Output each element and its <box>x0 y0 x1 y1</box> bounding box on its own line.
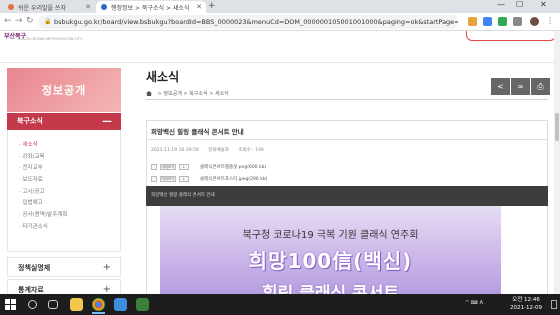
page-scrollbar[interactable] <box>554 31 560 294</box>
preview-button[interactable]: 미리보기 <box>160 163 176 170</box>
attachment-row: 미리보기 ↓ 클래식콘서트포스터.jpeg(296 kb) <box>151 174 267 183</box>
browser-menu-icon[interactable]: ⋮ <box>546 16 554 25</box>
taskbar-clock[interactable]: 오전 12:46 2021-12-09 <box>504 296 548 312</box>
poster-headline: 희망100信(백신) <box>248 249 413 273</box>
app-icon[interactable] <box>136 298 149 311</box>
page-title: 새소식 <box>146 70 180 84</box>
file-explorer-icon[interactable] <box>70 298 83 311</box>
poster-subtitle: 북구청 코로나19 극복 기원 클래식 연주회 <box>242 230 419 241</box>
post-title: 희망백신 힐링 클래식 콘서트 안내 <box>151 128 244 136</box>
file-image-icon <box>151 163 157 170</box>
post-date: 2021-11-19 16:39:59 <box>151 148 199 153</box>
browser-tab-1[interactable]: 쉬운 우리말을 쓰자 ✕ <box>3 1 95 13</box>
sidebar-section-active[interactable]: 북구소식 — <box>7 113 121 130</box>
app-icon[interactable] <box>114 298 127 311</box>
collapse-icon[interactable]: — <box>102 113 112 130</box>
tab-favicon-icon <box>101 4 107 10</box>
file-image-icon <box>151 175 157 182</box>
sidebar-section-label: 정책실명제 <box>18 264 51 272</box>
sidebar-item-lectures[interactable]: · 강좌/교육 <box>8 152 120 164</box>
attachment-filename[interactable]: 클래식콘서트포스터.jpeg(296 kb) <box>200 176 267 182</box>
link-icon[interactable]: ∞ <box>511 78 530 95</box>
sidebar-section-label: 통계자료 <box>18 286 44 294</box>
home-icon[interactable] <box>146 91 152 96</box>
sidebar-section-policy[interactable]: 정책실명제 + <box>7 257 121 277</box>
notification-icon[interactable] <box>551 300 557 309</box>
profile-avatar[interactable] <box>530 17 539 26</box>
print-icon[interactable]: ⎙ <box>531 78 550 95</box>
extension-icon[interactable] <box>498 17 507 26</box>
breadcrumb-item[interactable]: 북구소식 <box>189 91 207 97</box>
post-divider <box>146 139 548 140</box>
sidebar-item-news[interactable]: · 새소식 <box>8 140 120 152</box>
active-app-indicator <box>92 312 105 314</box>
forward-button[interactable]: → <box>15 16 23 26</box>
scrollbar-thumb[interactable] <box>555 113 559 141</box>
expand-icon[interactable]: + <box>103 258 111 278</box>
post-meta: 2021-11-19 16:39:59 문화예술과 조회수 : 199 <box>151 147 272 153</box>
attachment-row: 미리보기 ↓ 클래식콘서트팸플릿.png(600 kb) <box>151 162 266 171</box>
download-icon[interactable]: ↓ <box>179 175 189 182</box>
attachment-filename[interactable]: 클래식콘서트팸플릿.png(600 kb) <box>200 164 266 170</box>
post-body-caption: 희망백신 힐링 클래식 콘서트 안내 <box>146 186 548 206</box>
close-tab-icon[interactable]: ✕ <box>196 3 202 11</box>
sidebar-item-notices[interactable]: · 고시/공고 <box>8 187 120 199</box>
minimize-button[interactable]: — <box>497 0 505 9</box>
sidebar-item-other-agencies[interactable]: · 타기관소식 <box>8 222 120 234</box>
sidebar-submenu: · 새소식 · 강좌/교육 · 전자교부 · 보도자료 · 고시/공고 · 입법… <box>7 130 121 252</box>
windows-start-icon[interactable] <box>5 299 16 310</box>
post-department: 문화예술과 <box>208 148 229 153</box>
sidebar-banner: 정보공개 <box>7 68 121 112</box>
system-tray[interactable]: ^ ⌨ A <box>465 300 483 306</box>
tab-title: 행정정보 > 북구소식 > 새소식 <box>111 4 190 12</box>
breadcrumb-item[interactable]: 새소식 <box>215 91 229 97</box>
close-tab-icon[interactable]: ✕ <box>85 3 91 11</box>
sidebar-section-label: 북구소식 <box>17 117 43 125</box>
share-icon[interactable]: < <box>491 78 510 95</box>
header-popup-frame <box>466 31 556 41</box>
title-divider <box>146 99 548 100</box>
back-button[interactable]: ← <box>4 16 12 26</box>
reload-button[interactable]: ↻ <box>26 16 34 26</box>
close-window-button[interactable]: ✕ <box>540 0 547 9</box>
tab-favicon-icon <box>8 4 14 10</box>
extension-icon[interactable] <box>483 17 492 26</box>
sidebar-item-press[interactable]: · 보도자료 <box>8 175 120 187</box>
browser-tab-2-active[interactable]: 행정정보 > 북구소식 > 새소식 ✕ <box>96 1 206 13</box>
url-text: bsbukgu.go.kr/board/view.bsbukgu?boardId… <box>54 18 458 26</box>
clock-date: 2021-12-09 <box>510 305 542 311</box>
sidebar-item-e-issuance[interactable]: · 전자교부 <box>8 163 120 175</box>
clock-time: 오전 12:46 <box>512 297 540 303</box>
download-icon[interactable]: ↓ <box>179 163 189 170</box>
new-tab-button[interactable]: + <box>208 1 216 11</box>
extensions-puzzle-icon[interactable] <box>513 17 522 26</box>
breadcrumb-item[interactable]: 정보공개 <box>163 91 181 97</box>
tab-title: 쉬운 우리말을 쓰자 <box>18 4 66 12</box>
extension-icon[interactable] <box>468 17 477 26</box>
site-logo-subtitle: BUK-GU BUSAN METROPOLITAN CITY <box>18 37 83 41</box>
search-icon[interactable] <box>28 300 37 309</box>
url-field[interactable]: 🔒 bsbukgu.go.kr/board/view.bsbukgu?board… <box>38 15 458 29</box>
maximize-button[interactable]: ☐ <box>516 0 523 9</box>
breadcrumb: > 정보공개 > 북구소식 > 새소식 <box>146 90 229 97</box>
task-view-icon[interactable] <box>48 300 58 309</box>
preview-button[interactable]: 미리보기 <box>160 175 176 182</box>
sidebar-item-legislation[interactable]: · 입법예고 <box>8 198 120 210</box>
post-views: 조회수 : 199 <box>238 148 264 153</box>
lock-icon: 🔒 <box>44 18 52 25</box>
sidebar-item-procurement[interactable]: · 공사(용역)발주계획 <box>8 210 120 222</box>
chrome-icon[interactable] <box>92 298 105 311</box>
